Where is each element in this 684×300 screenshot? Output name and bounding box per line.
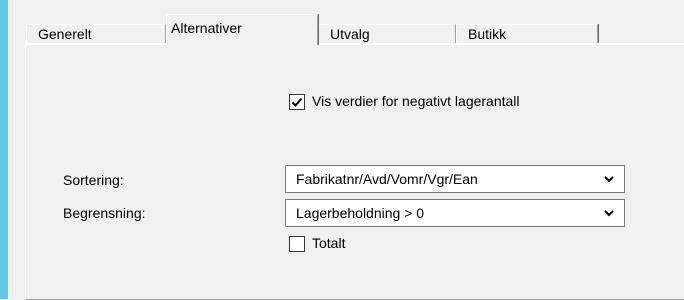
show-negative-label: Vis verdier for negativt lagerantall [312, 93, 520, 109]
tab-generelt[interactable]: Generelt [26, 24, 166, 43]
total-checkbox[interactable] [289, 236, 305, 252]
tab-utvalg[interactable]: Utvalg [318, 24, 456, 43]
limit-label: Begrensning: [63, 205, 146, 221]
tab-panel-border-left [25, 43, 26, 299]
sorting-select[interactable]: Fabrikatnr/Avd/Vomr/Vgr/Ean [285, 165, 625, 193]
limit-select[interactable]: Lagerbeholdning > 0 [285, 199, 625, 227]
tab-generelt-label: Generelt [38, 26, 92, 42]
tab-butikk[interactable]: Butikk [456, 24, 598, 43]
limit-select-value: Lagerbeholdning > 0 [296, 205, 425, 221]
accent-bar [0, 0, 8, 299]
tab-alternativer[interactable]: Alternativer [166, 14, 318, 45]
chevron-down-icon [604, 210, 614, 217]
sorting-label: Sortering: [63, 172, 124, 188]
show-negative-checkbox[interactable] [289, 94, 305, 110]
total-label: Totalt [312, 235, 346, 251]
chevron-down-icon [604, 176, 614, 183]
tab-alternativer-label: Alternativer [171, 20, 242, 36]
sorting-select-value: Fabrikatnr/Avd/Vomr/Vgr/Ean [296, 171, 478, 187]
window-edge [8, 0, 9, 299]
tab-utvalg-label: Utvalg [330, 26, 370, 42]
tab-panel-border-top [25, 43, 684, 44]
tab-butikk-label: Butikk [468, 26, 507, 42]
check-icon [291, 97, 303, 107]
